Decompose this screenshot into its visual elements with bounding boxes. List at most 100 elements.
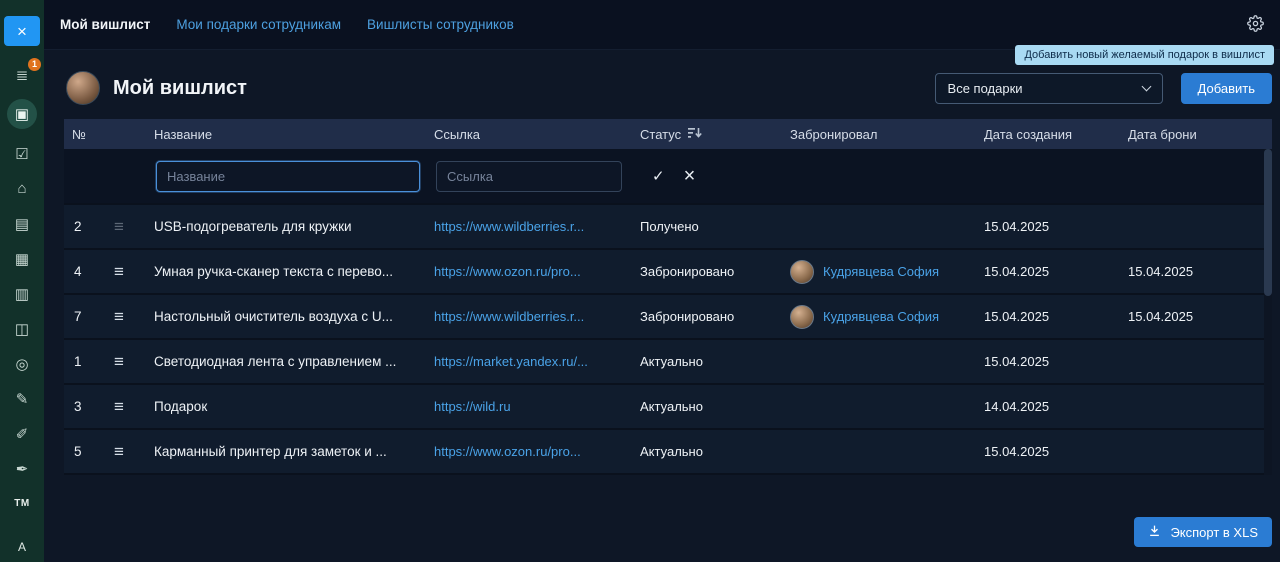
add-gift-button[interactable]: Добавить <box>1181 73 1272 104</box>
reserver-cell: Кудрявцева София <box>790 305 984 329</box>
gift-link[interactable]: https://wild.ru <box>434 399 511 414</box>
column-number[interactable]: № <box>64 127 114 142</box>
sidebar-item-tasks[interactable]: ≣ 1 <box>7 64 37 85</box>
sidebar-item-approvals[interactable]: ☑ <box>7 143 37 164</box>
sidebar-item-tm[interactable]: TM <box>7 493 37 514</box>
gift-link[interactable]: https://www.wildberries.r... <box>434 309 584 324</box>
export-xls-label: Экспорт в XLS <box>1170 525 1258 540</box>
drag-handle-icon[interactable]: ≡ <box>114 442 154 462</box>
notification-badge: 1 <box>28 58 41 71</box>
tasks-icon: ≣ <box>16 66 29 84</box>
drag-handle-icon[interactable]: ≡ <box>114 307 154 327</box>
gift-status: Получено <box>640 219 790 234</box>
tab-my-wishlist[interactable]: Мой вишлист <box>60 17 150 32</box>
table-row[interactable]: 5 ≡ Карманный принтер для заметок и ... … <box>64 430 1272 475</box>
tm-label: TM <box>14 498 29 509</box>
table-row[interactable]: 1 ≡ Светодиодная лента с управлением ...… <box>64 340 1272 385</box>
settings-button[interactable] <box>1247 15 1264 35</box>
column-link[interactable]: Ссылка <box>434 127 640 142</box>
reserver-name[interactable]: Кудрявцева София <box>823 264 939 279</box>
gift-name: Умная ручка-сканер текста с перево... <box>154 264 434 279</box>
sort-icon[interactable] <box>688 127 702 142</box>
name-filter-input[interactable] <box>156 161 420 192</box>
reserver-avatar <box>790 260 814 284</box>
gift-status: Забронировано <box>640 309 790 324</box>
table-header: № Название Ссылка Статус <box>64 119 1272 149</box>
column-status[interactable]: Статус <box>640 127 790 142</box>
reserver-cell: Кудрявцева София <box>790 260 984 284</box>
add-gift-tooltip: Добавить новый желаемый подарок в вишлис… <box>1015 45 1274 65</box>
sidebar-item-company[interactable]: ⌂ <box>7 178 37 199</box>
gift-name: Настольный очиститель воздуха с U... <box>154 309 434 324</box>
gift-link[interactable]: https://market.yandex.ru/... <box>434 354 588 369</box>
row-number: 5 <box>64 444 114 459</box>
created-date: 15.04.2025 <box>984 219 1128 234</box>
sidebar-item-plans[interactable]: ▥ <box>7 283 37 304</box>
sidebar-item-wishlist[interactable]: ▣ <box>7 99 37 129</box>
reserver-name[interactable]: Кудрявцева София <box>823 309 939 324</box>
drag-handle-icon[interactable]: ≡ <box>114 262 154 282</box>
gear-icon <box>1247 15 1264 35</box>
gift-link[interactable]: https://www.wildberries.r... <box>434 219 584 234</box>
table-row[interactable]: 3 ≡ Подарок https://wild.ru Актуально 14… <box>64 385 1272 430</box>
goals-icon: ◎ <box>15 355 28 373</box>
drag-handle-icon[interactable]: ≡ <box>114 217 154 237</box>
download-icon <box>1148 524 1161 540</box>
filter-actions: ✓ × <box>640 166 790 186</box>
user-avatar <box>66 71 100 105</box>
table-row[interactable]: 7 ≡ Настольный очиститель воздуха с U...… <box>64 295 1272 340</box>
sidebar-item-review[interactable]: ✎ <box>7 388 37 409</box>
table-body: 2 ≡ USB-подогреватель для кружки https:/… <box>64 205 1272 475</box>
row-number: 7 <box>64 309 114 324</box>
top-navigation: Мой вишлист Мои подарки сотрудникам Вишл… <box>44 0 1280 50</box>
column-created[interactable]: Дата создания <box>984 127 1128 142</box>
reserve-date: 15.04.2025 <box>1128 309 1272 324</box>
gift-filter-value: Все подарки <box>948 81 1023 96</box>
profile-label[interactable]: A <box>18 540 26 554</box>
link-filter-input[interactable] <box>436 161 622 192</box>
table-row[interactable]: 4 ≡ Умная ручка-сканер текста с перево..… <box>64 250 1272 295</box>
gift-link[interactable]: https://www.ozon.ru/pro... <box>434 444 581 459</box>
gift-filter-select[interactable]: Все подарки <box>935 73 1163 104</box>
export-xls-button[interactable]: Экспорт в XLS <box>1134 517 1272 547</box>
approvals-icon: ☑ <box>15 145 28 163</box>
page-title: Мой вишлист <box>113 77 247 100</box>
table-row[interactable]: 2 ≡ USB-подогреватель для кружки https:/… <box>64 205 1272 250</box>
column-status-label: Статус <box>640 127 681 142</box>
reserver-avatar <box>790 305 814 329</box>
pencil-icon: ✐ <box>16 425 29 443</box>
sidebar-item-delivery[interactable]: ▦ <box>7 248 37 269</box>
sidebar: × ≣ 1 ▣ ☑ ⌂ ▤ ▦ ▥ ◫ ◎ ✎ ✐ ✒ TM A <box>0 0 44 562</box>
created-date: 14.04.2025 <box>984 399 1128 414</box>
apply-filter-icon[interactable]: ✓ <box>652 167 665 185</box>
stats-icon: ◫ <box>15 320 29 338</box>
created-date: 15.04.2025 <box>984 264 1128 279</box>
clear-filter-icon[interactable]: × <box>684 166 696 186</box>
sidebar-item-documents[interactable]: ▤ <box>7 213 37 234</box>
row-number: 3 <box>64 399 114 414</box>
column-reserve-date[interactable]: Дата брони <box>1128 127 1272 142</box>
scrollbar-thumb[interactable] <box>1264 149 1272 296</box>
gift-status: Актуально <box>640 444 790 459</box>
wishlist-icon: ▣ <box>15 105 29 123</box>
sidebar-item-goals[interactable]: ◎ <box>7 353 37 374</box>
sidebar-item-pencil[interactable]: ✐ <box>7 423 37 444</box>
gift-status: Актуально <box>640 354 790 369</box>
chevron-down-icon <box>1141 81 1151 91</box>
column-reserver[interactable]: Забронировал <box>790 127 984 142</box>
gift-link[interactable]: https://www.ozon.ru/pro... <box>434 264 581 279</box>
close-button[interactable]: × <box>4 16 40 46</box>
sidebar-item-ink[interactable]: ✒ <box>7 458 37 479</box>
tab-employee-wishlists[interactable]: Вишлисты сотрудников <box>367 17 514 32</box>
gift-status: Забронировано <box>640 264 790 279</box>
drag-handle-icon[interactable]: ≡ <box>114 352 154 372</box>
drag-handle-icon[interactable]: ≡ <box>114 397 154 417</box>
company-icon: ⌂ <box>17 180 26 197</box>
review-icon: ✎ <box>16 390 29 408</box>
header-actions: Все подарки Добавить <box>935 73 1272 104</box>
table-scrollbar[interactable] <box>1264 149 1272 475</box>
tab-my-gifts[interactable]: Мои подарки сотрудникам <box>176 17 341 32</box>
column-name[interactable]: Название <box>154 127 434 142</box>
sidebar-item-stats[interactable]: ◫ <box>7 318 37 339</box>
sidebar-items: ≣ 1 ▣ ☑ ⌂ ▤ ▦ ▥ ◫ ◎ ✎ ✐ ✒ TM <box>7 64 37 514</box>
